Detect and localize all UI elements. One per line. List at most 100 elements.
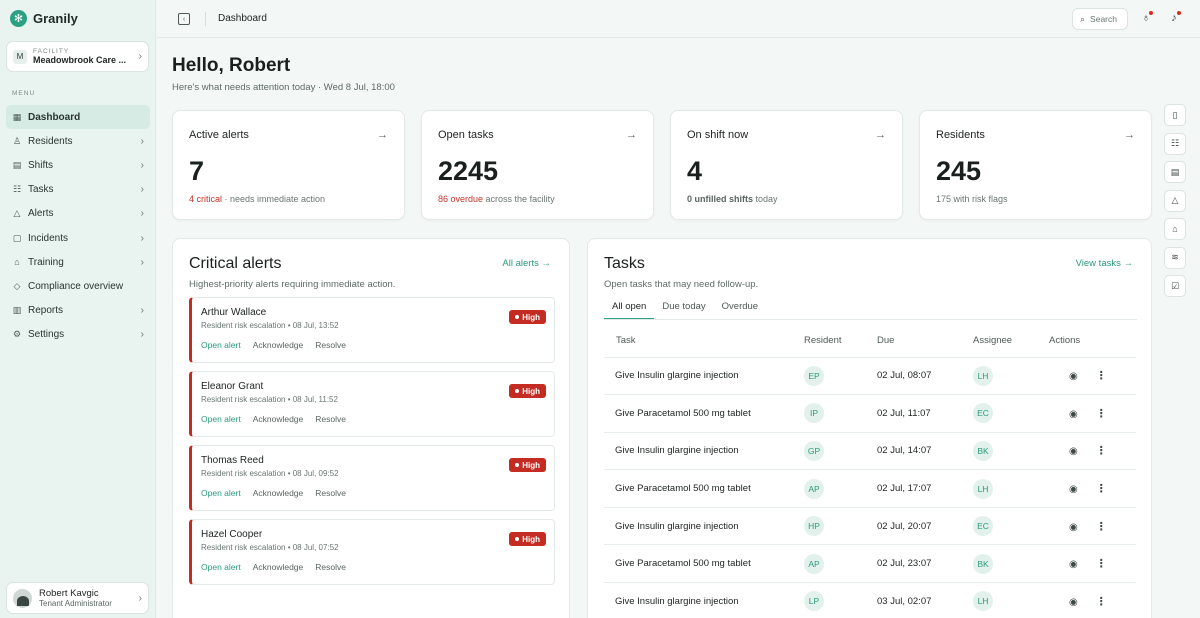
sidebar-item-training[interactable]: ⌂ Training › <box>6 250 150 274</box>
granily-logo-icon: ✻ <box>10 10 27 27</box>
eye-icon[interactable]: ◉ <box>1069 597 1078 608</box>
eye-icon[interactable]: ◉ <box>1069 484 1078 495</box>
page-subtitle: Here's what needs attention today · Wed … <box>172 82 395 93</box>
eye-icon[interactable]: ◉ <box>1069 409 1078 420</box>
bell-icon[interactable]: ♪ <box>1167 11 1181 25</box>
user-menu[interactable]: Robert Kavgic Tenant Administrator › <box>6 582 149 614</box>
table-row[interactable]: Give Paracetamol 500 mg tablet IP 02 Jul, … <box>604 394 1136 433</box>
table-row[interactable]: Give Insulin glargine injection HP 02 Jul,… <box>604 507 1136 546</box>
checkbox-icon[interactable]: ☑ <box>1164 275 1186 297</box>
more-vertical-icon[interactable]: ⋮ <box>1096 558 1107 570</box>
user-name: Robert Kavgic <box>39 588 99 599</box>
graduation-cap-icon[interactable]: ⌂ <box>1164 218 1186 240</box>
table-row[interactable]: Give Insulin glargine injection GP 02 Jul,… <box>604 432 1136 471</box>
view-tasks-link[interactable]: View tasks → <box>1076 258 1133 269</box>
tab-all-open[interactable]: All open <box>604 299 655 320</box>
task-name: Give Insulin glargine injection <box>604 507 804 546</box>
more-vertical-icon[interactable]: ⋮ <box>1096 483 1107 495</box>
chevron-right-icon: › <box>140 305 144 317</box>
stat-card-open-tasks[interactable]: Open tasks → 2245 86 overdue across the fac… <box>421 110 654 220</box>
due-date: 02 Jul, 17:07 <box>877 469 973 508</box>
tab-overdue[interactable]: Overdue <box>714 299 766 320</box>
all-alerts-link[interactable]: All alerts → <box>502 258 551 269</box>
assignee-avatar: BK <box>973 553 993 574</box>
acknowledge-button[interactable]: Acknowledge <box>253 414 304 424</box>
sidebar-item-shifts[interactable]: ▤ Shifts › <box>6 153 150 177</box>
sidebar-item-incidents[interactable]: ▢ Incidents › <box>6 226 150 250</box>
stat-title: Open tasks <box>438 129 494 141</box>
severity-badge: High <box>509 458 546 472</box>
eye-icon[interactable]: ◉ <box>1069 559 1078 570</box>
page-title: Hello, Robert <box>172 55 291 76</box>
acknowledge-button[interactable]: Acknowledge <box>253 562 304 572</box>
column-header: Task <box>604 325 804 358</box>
sidebar-item-dashboard[interactable]: ▦ Dashboard <box>6 105 150 130</box>
eye-icon[interactable]: ◉ <box>1069 446 1078 457</box>
eye-icon[interactable]: ◉ <box>1069 371 1078 382</box>
alert-item[interactable]: Hazel Cooper Resident risk escalation • 0… <box>189 519 555 585</box>
search-label: Search <box>1090 14 1117 24</box>
alert-item[interactable]: Arthur Wallace Resident risk escalation •… <box>189 297 555 363</box>
stat-value: 7 <box>189 156 205 186</box>
eye-icon[interactable]: ◉ <box>1069 522 1078 533</box>
task-name: Give Insulin glargine injection <box>604 582 804 618</box>
stat-card-residents[interactable]: Residents → 245 175 with risk flags <box>919 110 1152 220</box>
document-icon[interactable]: ▯ <box>1164 104 1186 126</box>
sidebar-item-alerts[interactable]: △ Alerts › <box>6 202 150 226</box>
alert-resident-name: Arthur Wallace <box>201 307 267 318</box>
open-alert-button[interactable]: Open alert <box>201 340 241 350</box>
search-button[interactable]: ⌕ Search <box>1072 8 1128 30</box>
table-row[interactable]: Give Paracetamol 500 mg tablet AP 02 Jul, … <box>604 544 1136 584</box>
chevron-right-icon: › <box>140 184 144 196</box>
alert-item[interactable]: Eleanor Grant Resident risk escalation • … <box>189 371 555 437</box>
sidebar-toggle-icon[interactable]: ‹ <box>178 13 190 25</box>
more-vertical-icon[interactable]: ⋮ <box>1096 521 1107 533</box>
tab-due-today[interactable]: Due today <box>654 299 713 320</box>
stat-card-on-shift-now[interactable]: On shift now → 4 0 unfilled shifts today <box>670 110 903 220</box>
brand[interactable]: ✻ Granily <box>10 10 78 27</box>
assignee-avatar: LH <box>973 478 993 499</box>
resolve-button[interactable]: Resolve <box>315 562 346 572</box>
warning-icon[interactable]: △ <box>1164 189 1186 212</box>
column-header: Assignee <box>973 325 1049 358</box>
more-vertical-icon[interactable]: ⋮ <box>1096 596 1107 608</box>
stat-title: Residents <box>936 129 985 141</box>
sidebar-item-residents[interactable]: ♙ Residents › <box>6 129 150 153</box>
more-vertical-icon[interactable]: ⋮ <box>1096 445 1107 457</box>
stat-title: On shift now <box>687 129 749 141</box>
alert-resident-name: Eleanor Grant <box>201 381 264 392</box>
sidebar-item-settings[interactable]: ⚙ Settings › <box>6 323 150 347</box>
resolve-button[interactable]: Resolve <box>315 340 346 350</box>
sidebar-item-reports[interactable]: ▥ Reports › <box>6 299 150 323</box>
resolve-button[interactable]: Resolve <box>315 488 346 498</box>
sidebar-item-compliance-overview[interactable]: ◇ Compliance overview <box>6 274 150 298</box>
checklist-icon[interactable]: ☷ <box>1164 132 1186 155</box>
more-vertical-icon[interactable]: ⋮ <box>1096 408 1107 420</box>
column-header: Due <box>877 325 973 358</box>
more-vertical-icon[interactable]: ⋮ <box>1096 370 1107 382</box>
table-row[interactable]: Give Insulin glargine injection EP 02 Jul,… <box>604 357 1136 396</box>
activity-icon[interactable]: ≋ <box>1164 246 1186 269</box>
card-subtitle: Highest-priority alerts requiring immedi… <box>189 279 396 290</box>
alert-meta: Resident risk escalation • 08 Jul, 07:52 <box>201 543 339 552</box>
resident-avatar: AP <box>804 478 824 499</box>
calendar-icon[interactable]: ▤ <box>1164 161 1186 183</box>
open-alert-button[interactable]: Open alert <box>201 488 241 498</box>
acknowledge-button[interactable]: Acknowledge <box>253 488 304 498</box>
sidebar-item-tasks[interactable]: ☷ Tasks › <box>6 178 150 202</box>
open-alert-button[interactable]: Open alert <box>201 414 241 424</box>
stat-card-active-alerts[interactable]: Active alerts → 7 4 critical · needs immedi… <box>172 110 405 220</box>
activity-notification-icon[interactable]: ♁ <box>1139 11 1153 25</box>
acknowledge-button[interactable]: Acknowledge <box>253 340 304 350</box>
chevron-right-icon: › <box>140 256 144 268</box>
table-row[interactable]: Give Paracetamol 500 mg tablet AP 02 Jul, … <box>604 469 1136 508</box>
facility-selector[interactable]: M FACILITY Meadowbrook Care ... › <box>6 41 149 72</box>
calendar-icon: ▤ <box>12 159 22 170</box>
alert-item[interactable]: Thomas Reed Resident risk escalation • 08… <box>189 445 555 511</box>
open-alert-button[interactable]: Open alert <box>201 562 241 572</box>
chevron-right-icon: › <box>140 208 144 220</box>
table-row[interactable]: Give Insulin glargine injection LP 03 Jul,… <box>604 582 1136 618</box>
sidebar-nav: ▦ Dashboard ♙ Residents › ▤ Shifts › ☷ Tasks › △ Ale… <box>6 105 150 347</box>
resident-avatar: HP <box>804 516 824 537</box>
resolve-button[interactable]: Resolve <box>315 414 346 424</box>
